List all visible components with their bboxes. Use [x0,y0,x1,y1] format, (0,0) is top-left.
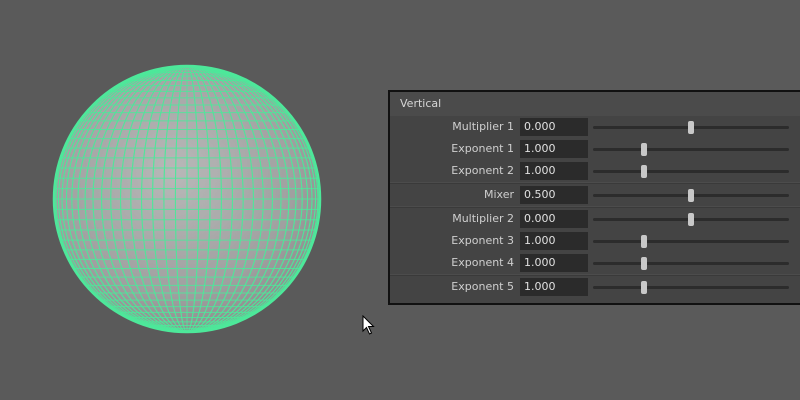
label-mixer: Mixer [483,188,514,201]
slider-exponent-3[interactable] [593,235,789,248]
slider-handle[interactable] [640,235,647,248]
slider-handle[interactable] [640,281,647,294]
slider-handle[interactable] [640,165,647,178]
slider-multiplier-2[interactable] [593,213,789,226]
wireframe-sphere[interactable] [50,62,324,336]
slider-exponent-5[interactable] [593,281,789,294]
label-multiplier-1: Multiplier 1 [452,120,514,133]
field-mixer[interactable] [520,186,588,204]
label-multiplier-2: Multiplier 2 [452,212,514,225]
slider-handle[interactable] [688,189,694,202]
slider-exponent-1[interactable] [593,143,789,156]
group-1: Multiplier 1 Exponent 1 Exponent 2 [390,116,800,182]
field-exponent-4[interactable] [520,254,588,272]
field-exponent-5[interactable] [520,278,588,296]
slider-multiplier-1[interactable] [593,121,789,134]
panel-title: Vertical [390,92,800,116]
slider-handle[interactable] [640,257,647,270]
field-multiplier-2[interactable] [520,210,588,228]
slider-mixer[interactable] [593,189,789,202]
row-multiplier-2: Multiplier 2 [390,208,800,230]
label-exponent-1: Exponent 1 [451,142,514,155]
field-multiplier-1[interactable] [520,118,588,136]
group-2: Mixer [390,184,800,206]
row-mixer: Mixer [390,184,800,206]
field-exponent-3[interactable] [520,232,588,250]
row-exponent-5: Exponent 5 [390,276,800,298]
row-exponent-1: Exponent 1 [390,138,800,160]
group-4: Exponent 5 [390,276,800,298]
field-exponent-2[interactable] [520,162,588,180]
field-exponent-1[interactable] [520,140,588,158]
viewport[interactable]: Vertical Multiplier 1 Exponent 1 Exponen… [0,0,800,400]
label-exponent-3: Exponent 3 [451,234,514,247]
label-exponent-4: Exponent 4 [451,256,514,269]
label-exponent-5: Exponent 5 [451,280,514,293]
slider-exponent-2[interactable] [593,165,789,178]
label-exponent-2: Exponent 2 [451,164,514,177]
slider-handle[interactable] [640,143,647,156]
mouse-pointer-icon [362,315,375,335]
attribute-panel-vertical: Vertical Multiplier 1 Exponent 1 Exponen… [388,90,800,305]
slider-handle[interactable] [688,213,694,226]
group-3: Multiplier 2 Exponent 3 Exponent 4 [390,208,800,274]
row-exponent-2: Exponent 2 [390,160,800,182]
slider-handle[interactable] [688,121,694,134]
row-multiplier-1: Multiplier 1 [390,116,800,138]
row-exponent-4: Exponent 4 [390,252,800,274]
slider-exponent-4[interactable] [593,257,789,270]
row-exponent-3: Exponent 3 [390,230,800,252]
